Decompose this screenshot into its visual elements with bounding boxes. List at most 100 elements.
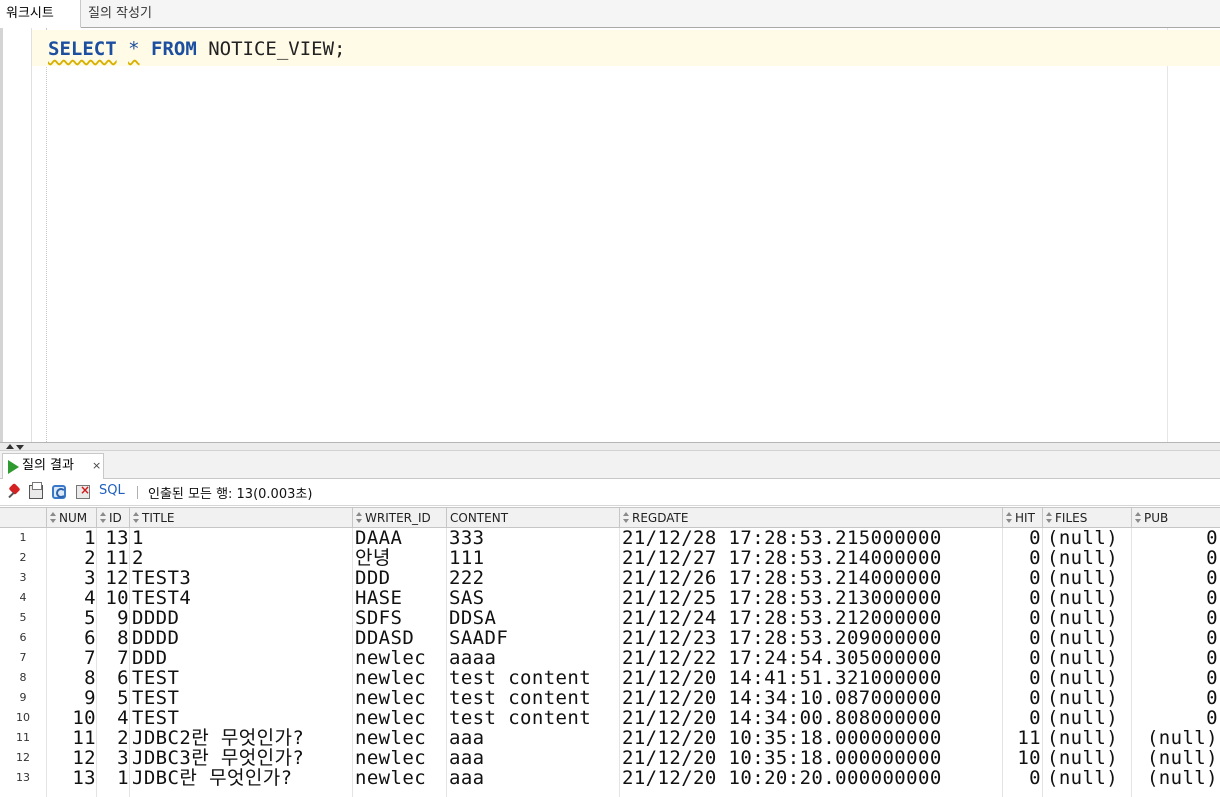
cell-content[interactable]: 333 [449,528,620,548]
cell-hit[interactable]: 0 [1003,568,1041,588]
cell-regdate[interactable]: 21/12/20 10:35:18.000000000 [622,728,1003,748]
export-icon[interactable]: × [76,483,90,499]
cell-writer-id[interactable]: HASE [355,588,447,608]
cell-title[interactable]: DDD [132,648,353,668]
cell-title[interactable]: 1 [132,528,353,548]
cell-regdate[interactable]: 21/12/24 17:28:53.212000000 [622,608,1003,628]
cell-num[interactable]: 8 [47,668,96,688]
cell-content[interactable]: aaaa [449,648,620,668]
cell-content[interactable]: 111 [449,548,620,568]
cell-title[interactable]: JDBC란 무엇인가? [132,768,353,788]
cell-files[interactable]: (null) [1047,688,1132,708]
expand-down-icon[interactable] [16,445,24,450]
cell-content[interactable]: test content [449,708,620,728]
cell-id[interactable]: 8 [97,628,129,648]
cell-num[interactable]: 1 [47,528,96,548]
sql-button[interactable]: SQL [99,483,125,498]
panel-splitter[interactable] [0,442,1220,451]
table-row[interactable]: 7 7 7 DDD newlec aaaa 21/12/22 17:24:54.… [0,648,1220,668]
cell-num[interactable]: 2 [47,548,96,568]
sort-icon[interactable] [1006,511,1012,524]
table-row[interactable]: 12 12 3 JDBC3란 무엇인가? newlec aaa 21/12/20… [0,748,1220,768]
cell-title[interactable]: 2 [132,548,353,568]
cell-hit[interactable]: 0 [1003,768,1041,788]
cell-writer-id[interactable]: newlec [355,748,447,768]
cell-content[interactable]: DDSA [449,608,620,628]
cell-id[interactable]: 1 [97,768,129,788]
table-row[interactable]: 8 8 6 TEST newlec test content 21/12/20 … [0,668,1220,688]
cell-pub[interactable]: 0 [1132,668,1218,688]
cell-files[interactable]: (null) [1047,548,1132,568]
column-header-num[interactable]: NUM [47,508,97,528]
cell-regdate[interactable]: 21/12/20 14:34:10.087000000 [622,688,1003,708]
refresh-icon[interactable] [52,485,66,499]
cell-pub[interactable]: 0 [1132,568,1218,588]
cell-num[interactable]: 12 [47,748,96,768]
cell-title[interactable]: DDDD [132,628,353,648]
column-header-files[interactable]: FILES [1043,508,1132,528]
table-row[interactable]: 5 5 9 DDDD SDFS DDSA 21/12/24 17:28:53.2… [0,608,1220,628]
sort-icon[interactable] [623,511,629,524]
cell-files[interactable]: (null) [1047,728,1132,748]
cell-content[interactable]: aaa [449,728,620,748]
cell-title[interactable]: JDBC2란 무엇인가? [132,728,353,748]
cell-files[interactable]: (null) [1047,568,1132,588]
cell-writer-id[interactable]: newlec [355,708,447,728]
cell-pub[interactable]: (null) [1132,728,1218,748]
cell-writer-id[interactable]: newlec [355,728,447,748]
cell-files[interactable]: (null) [1047,668,1132,688]
cell-id[interactable]: 6 [97,668,129,688]
cell-pub[interactable]: (null) [1132,748,1218,768]
sql-statement[interactable]: SELECT * FROM NOTICE_VIEW; [48,36,346,62]
cell-num[interactable]: 3 [47,568,96,588]
cell-num[interactable]: 13 [47,768,96,788]
cell-id[interactable]: 5 [97,688,129,708]
cell-pub[interactable]: 0 [1132,648,1218,668]
table-row[interactable]: 1 1 13 1 DAAA 333 21/12/28 17:28:53.2150… [0,528,1220,548]
column-header-regdate[interactable]: REGDATE [620,508,1003,528]
table-row[interactable]: 9 9 5 TEST newlec test content 21/12/20 … [0,688,1220,708]
cell-hit[interactable]: 0 [1003,548,1041,568]
table-row[interactable]: 3 3 12 TEST3 DDD 222 21/12/26 17:28:53.2… [0,568,1220,588]
cell-id[interactable]: 12 [97,568,129,588]
cell-pub[interactable]: 0 [1132,588,1218,608]
cell-num[interactable]: 9 [47,688,96,708]
cell-writer-id[interactable]: newlec [355,688,447,708]
table-row[interactable]: 2 2 11 2 안녕 111 21/12/27 17:28:53.214000… [0,548,1220,568]
cell-pub[interactable]: (null) [1132,768,1218,788]
pin-icon[interactable] [7,482,21,499]
cell-pub[interactable]: 0 [1132,608,1218,628]
cell-writer-id[interactable]: newlec [355,768,447,788]
cell-writer-id[interactable]: DAAA [355,528,447,548]
table-row[interactable]: 13 13 1 JDBC란 무엇인가? newlec aaa 21/12/20 … [0,768,1220,788]
cell-title[interactable]: JDBC3란 무엇인가? [132,748,353,768]
cell-id[interactable]: 2 [97,728,129,748]
cell-files[interactable]: (null) [1047,648,1132,668]
cell-content[interactable]: SAS [449,588,620,608]
cell-hit[interactable]: 11 [1003,728,1041,748]
cell-regdate[interactable]: 21/12/20 10:20:20.000000000 [622,768,1003,788]
cell-num[interactable]: 5 [47,608,96,628]
cell-id[interactable]: 7 [97,648,129,668]
cell-pub[interactable]: 0 [1132,528,1218,548]
cell-hit[interactable]: 0 [1003,688,1041,708]
sort-icon[interactable] [1135,511,1141,524]
cell-regdate[interactable]: 21/12/27 17:28:53.214000000 [622,548,1003,568]
cell-regdate[interactable]: 21/12/28 17:28:53.215000000 [622,528,1003,548]
cell-num[interactable]: 10 [47,708,96,728]
cell-title[interactable]: TEST [132,668,353,688]
cell-title[interactable]: TEST [132,688,353,708]
table-row[interactable]: 4 4 10 TEST4 HASE SAS 21/12/25 17:28:53.… [0,588,1220,608]
close-icon[interactable]: × [92,454,101,478]
cell-content[interactable]: aaa [449,768,620,788]
tab-worksheet[interactable]: 워크시트 [0,0,81,28]
cell-hit[interactable]: 0 [1003,648,1041,668]
cell-pub[interactable]: 0 [1132,708,1218,728]
cell-content[interactable]: SAADF [449,628,620,648]
print-icon[interactable] [29,482,43,499]
tab-query-builder[interactable]: 질의 작성기 [82,0,158,28]
cell-id[interactable]: 13 [97,528,129,548]
tab-query-result[interactable]: 질의 결과 × [2,453,104,479]
cell-content[interactable]: aaa [449,748,620,768]
table-row[interactable]: 10 10 4 TEST newlec test content 21/12/2… [0,708,1220,728]
